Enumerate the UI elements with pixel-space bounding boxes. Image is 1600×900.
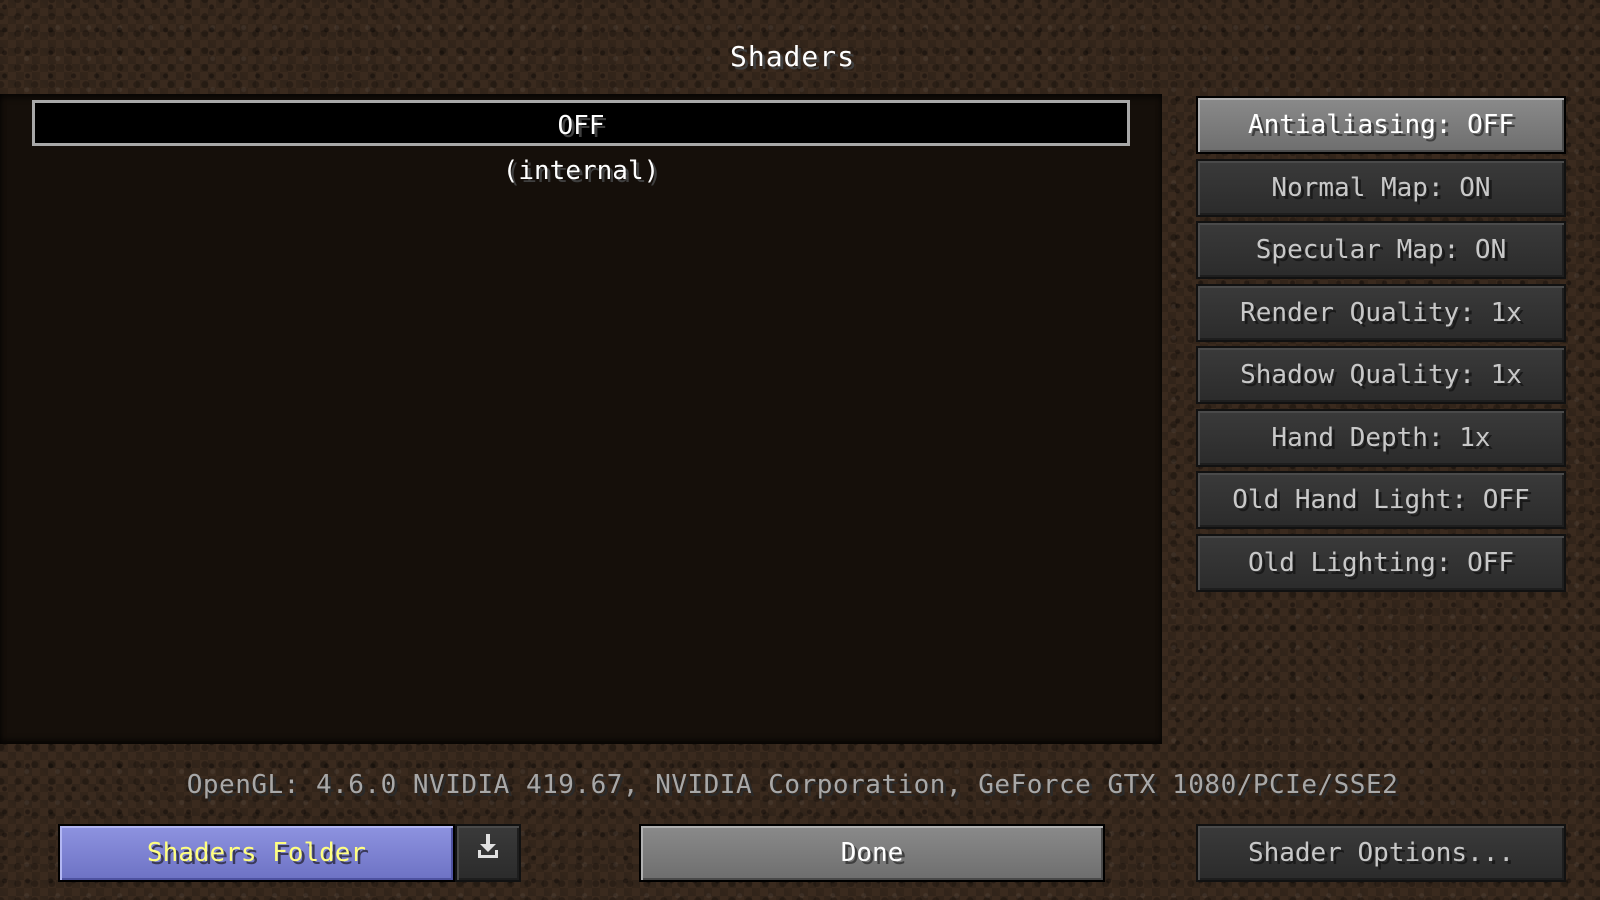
screen-title: Shaders — [729, 40, 855, 73]
shader-pack-off[interactable]: OFF — [32, 100, 1130, 146]
shader-settings-panel: Antialiasing: OFF Normal Map: ON Specula… — [1196, 96, 1566, 596]
shaders-folder-button[interactable]: Shaders Folder — [58, 824, 455, 882]
specular-map-button[interactable]: Specular Map: ON — [1196, 221, 1566, 279]
shader-options-button[interactable]: Shader Options... — [1196, 824, 1566, 882]
shadow-quality-button[interactable]: Shadow Quality: 1x — [1196, 346, 1566, 404]
render-quality-button[interactable]: Render Quality: 1x — [1196, 283, 1566, 342]
download-icon — [473, 826, 503, 880]
old-hand-light-button[interactable]: Old Hand Light: OFF — [1196, 471, 1566, 529]
download-button[interactable] — [455, 824, 521, 882]
hand-depth-button[interactable]: Hand Depth: 1x — [1196, 408, 1566, 467]
shader-pack-list[interactable]: OFF (internal) — [0, 94, 1162, 744]
normal-map-button[interactable]: Normal Map: ON — [1196, 158, 1566, 217]
done-button[interactable]: Done — [639, 824, 1105, 882]
old-lighting-button[interactable]: Old Lighting: OFF — [1196, 533, 1566, 592]
antialiasing-button[interactable]: Antialiasing: OFF — [1196, 96, 1566, 154]
opengl-info: OpenGL: 4.6.0 NVIDIA 419.67, NVIDIA Corp… — [186, 770, 1399, 800]
shader-pack-internal[interactable]: (internal) — [32, 148, 1130, 194]
